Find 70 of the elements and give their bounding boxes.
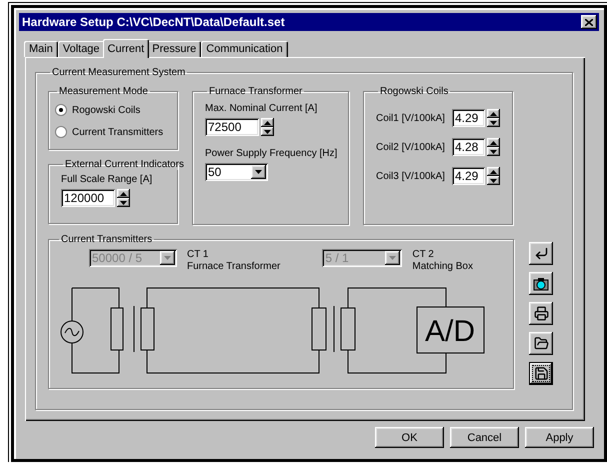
up-arrow-icon [264,120,271,124]
coil-label: Coil2 [V/100kA] [376,142,446,152]
printer-icon [534,306,548,321]
ct-name: CT 2 [412,249,435,261]
coil-label: Coil1 [V/100kA] [376,112,446,124]
tab[interactable]: Voltage [58,41,105,57]
toolbar-button[interactable] [529,362,553,385]
tab[interactable]: Communication [201,41,288,57]
number-field[interactable]: 4.29 [452,167,485,185]
spin-down-button[interactable] [487,176,500,185]
spin-down-button[interactable] [261,127,274,136]
down-arrow-icon [120,200,127,204]
dialog-button[interactable]: Cancel [450,427,519,448]
group-title: Furnace Transformer [208,86,304,97]
up-arrow-icon [490,170,497,174]
number-field[interactable]: 4.28 [452,138,485,156]
field-label: Full Scale Range [A] [61,174,154,185]
down-arrow-icon [490,120,497,124]
spin-down-button[interactable] [117,198,130,207]
number-field[interactable]: 120000 [61,189,115,207]
down-arrow-icon [264,130,271,134]
down-arrow-icon [389,256,396,260]
toolbar-button[interactable] [529,302,553,325]
up-arrow-icon [490,112,497,116]
folder-icon [534,336,548,351]
field-label: Power Supply Frequency [Hz] [205,148,338,159]
close-icon [585,18,593,26]
down-arrow-icon [490,178,497,182]
radio-option[interactable]: Current Transmitters [55,121,171,143]
field-label: Max. Nominal Current [A] [205,103,318,114]
tab[interactable]: Main [24,41,58,57]
ct-name: CT 1 [187,249,210,261]
spin-up-button[interactable] [487,109,500,118]
group-title: Current Measurement System [51,67,186,78]
save-icon [534,366,548,381]
ct-description: Matching Box [412,261,473,273]
toolbar-button[interactable] [529,332,553,355]
toolbar-button[interactable] [529,242,553,265]
up-arrow-icon [120,192,127,196]
spin-down-button[interactable] [487,147,500,156]
ct-description: Furnace Transformer [187,261,280,273]
circuit-drawing: A/D [57,283,497,377]
dropdown-field[interactable]: 50 [205,163,268,181]
spin-up-button[interactable] [487,167,500,176]
radio-option[interactable]: Rogowski Coils [55,99,171,121]
group-title: External Current Indicators [64,159,185,170]
dialog-button[interactable]: OK [375,427,444,448]
tab[interactable]: Current [102,39,150,58]
close-button[interactable] [581,15,597,29]
group-title: Measurement Mode [58,86,149,97]
up-arrow-icon [490,140,497,144]
number-field[interactable]: 72500 [205,118,259,136]
spin-up-button[interactable] [487,138,500,147]
down-arrow-icon [490,150,497,154]
spin-up-button[interactable] [117,189,130,198]
group-title: Current Transmitters [60,234,154,245]
return-arrow-icon [534,246,548,261]
dropdown-button[interactable] [251,165,266,179]
dialog-button[interactable]: Apply [525,427,594,448]
toolbar-button[interactable] [529,272,553,295]
spin-down-button[interactable] [487,118,500,127]
spin-up-button[interactable] [261,118,274,127]
group-title: Rogowski Coils [379,86,450,97]
camera-icon [533,276,549,290]
tab[interactable]: Pressure [147,41,202,57]
down-arrow-icon [164,256,171,260]
number-field[interactable]: 4.29 [452,109,485,127]
down-arrow-icon [255,170,262,174]
coil-label: Coil3 [V/100kA] [376,170,446,182]
window-title: Hardware Setup C:\VC\DecNT\Data\Default.set [22,15,285,29]
